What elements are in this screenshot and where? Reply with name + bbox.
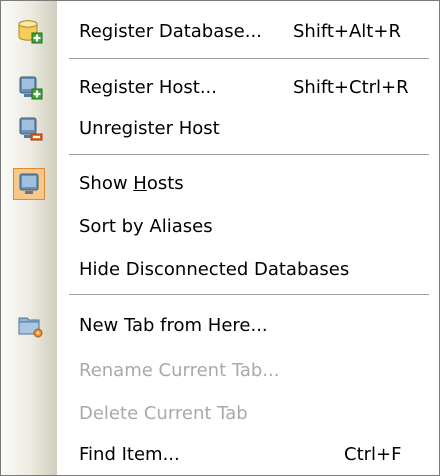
menu-item-register-database[interactable]: Register Database... Shift+Alt+R <box>1 11 439 52</box>
menu-item-label: Register Host... <box>79 77 217 98</box>
menu-item-show-hosts[interactable]: Show Hosts <box>1 163 439 204</box>
menu-item-sort-by-aliases[interactable]: Sort by Aliases <box>1 206 439 247</box>
folder-new-tab-icon <box>17 313 43 339</box>
menu-item-shortcut: Shift+Ctrl+R <box>293 77 409 98</box>
menu-item-label: Delete Current Tab <box>79 403 248 424</box>
menu-item-label: Hide Disconnected Databases <box>79 259 350 280</box>
menu-item-shortcut: Ctrl+F <box>344 444 402 465</box>
context-menu: Register Database... Shift+Alt+R Registe… <box>0 0 440 476</box>
menu-item-unregister-host[interactable]: Unregister Host <box>1 108 439 149</box>
menu-item-rename-current-tab[interactable]: Rename Current Tab... <box>1 350 439 391</box>
menu-item-label: Register Database... <box>79 21 262 42</box>
menu-separator <box>69 294 429 298</box>
menu-item-register-host[interactable]: Register Host... Shift+Ctrl+R <box>1 67 439 108</box>
menu-separator <box>69 58 429 62</box>
menu-item-new-tab-from-here[interactable]: New Tab from Here... <box>1 305 439 346</box>
menu-item-label: Rename Current Tab... <box>79 360 280 381</box>
host-remove-icon <box>17 116 43 142</box>
host-icon <box>16 171 42 197</box>
menu-item-label: Show Hosts <box>79 173 184 194</box>
menu-item-label: New Tab from Here... <box>79 315 268 336</box>
host-add-icon <box>17 75 43 101</box>
menu-item-label: Find Item... <box>79 444 180 465</box>
menu-item-delete-current-tab[interactable]: Delete Current Tab <box>1 393 439 434</box>
menu-item-label: Unregister Host <box>79 118 220 139</box>
database-add-icon <box>17 19 43 45</box>
menu-separator <box>69 154 429 158</box>
menu-item-hide-disconnected-databases[interactable]: Hide Disconnected Databases <box>1 249 439 290</box>
menu-item-label: Sort by Aliases <box>79 216 213 237</box>
menu-item-find-item[interactable]: Find Item... Ctrl+F <box>1 434 439 475</box>
menu-item-shortcut: Shift+Alt+R <box>293 21 401 42</box>
